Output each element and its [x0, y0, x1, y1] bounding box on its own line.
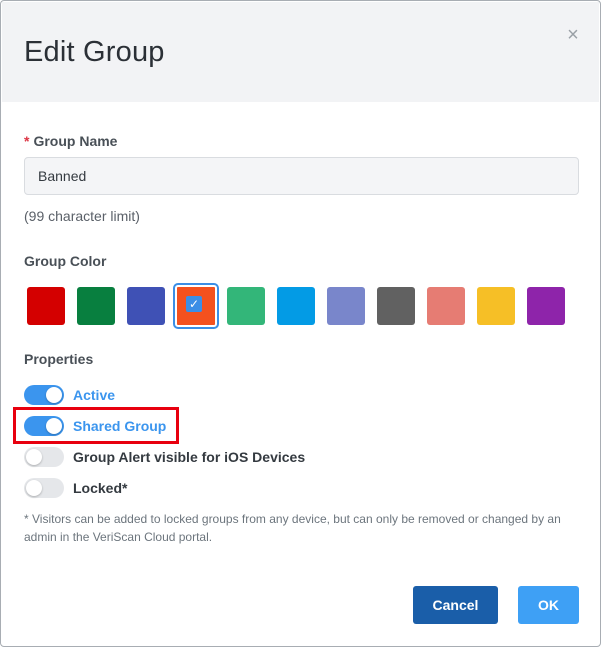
locked-footnote: * Visitors can be added to locked groups… [24, 512, 561, 544]
color-swatch[interactable] [427, 287, 465, 325]
group-name-label: * Group Name [24, 133, 117, 149]
properties-label: Properties [24, 351, 94, 367]
color-swatch[interactable] [27, 287, 65, 325]
toggle-knob [26, 449, 42, 465]
dialog-title: Edit Group [24, 36, 165, 68]
cancel-button[interactable]: Cancel [413, 586, 498, 624]
color-swatch[interactable] [527, 287, 565, 325]
ios-alert-toggle-label: Group Alert visible for iOS Devices [73, 449, 306, 465]
color-swatch[interactable] [377, 287, 415, 325]
color-swatch[interactable] [277, 287, 315, 325]
ok-button[interactable]: OK [518, 586, 579, 624]
group-color-label: Group Color [24, 253, 107, 269]
color-swatch[interactable] [127, 287, 165, 325]
locked-toggle[interactable] [24, 478, 64, 498]
locked-toggle-label: Locked* [73, 480, 128, 496]
shared-group-highlight-box [13, 407, 179, 444]
required-marker: * [24, 133, 30, 149]
color-swatch[interactable] [77, 287, 115, 325]
active-toggle-label: Active [73, 387, 116, 403]
toggle-knob [26, 480, 42, 496]
ios-alert-toggle[interactable] [24, 447, 64, 467]
color-swatch[interactable] [327, 287, 365, 325]
active-toggle[interactable] [24, 385, 64, 405]
close-icon[interactable]: × [564, 25, 582, 45]
color-swatch[interactable]: ✓ [173, 283, 219, 329]
group-name-input[interactable] [24, 157, 579, 195]
dialog-header: Edit Group × [2, 2, 599, 102]
character-limit-hint: (99 character limit) [24, 208, 140, 224]
color-swatch[interactable] [227, 287, 265, 325]
checkmark-icon: ✓ [186, 296, 202, 312]
toggle-knob [46, 387, 62, 403]
edit-group-dialog: Edit Group × *Group Name (99 character l… [0, 0, 601, 647]
color-swatch[interactable] [477, 287, 515, 325]
group-name-label-text: Group Name [33, 133, 118, 149]
